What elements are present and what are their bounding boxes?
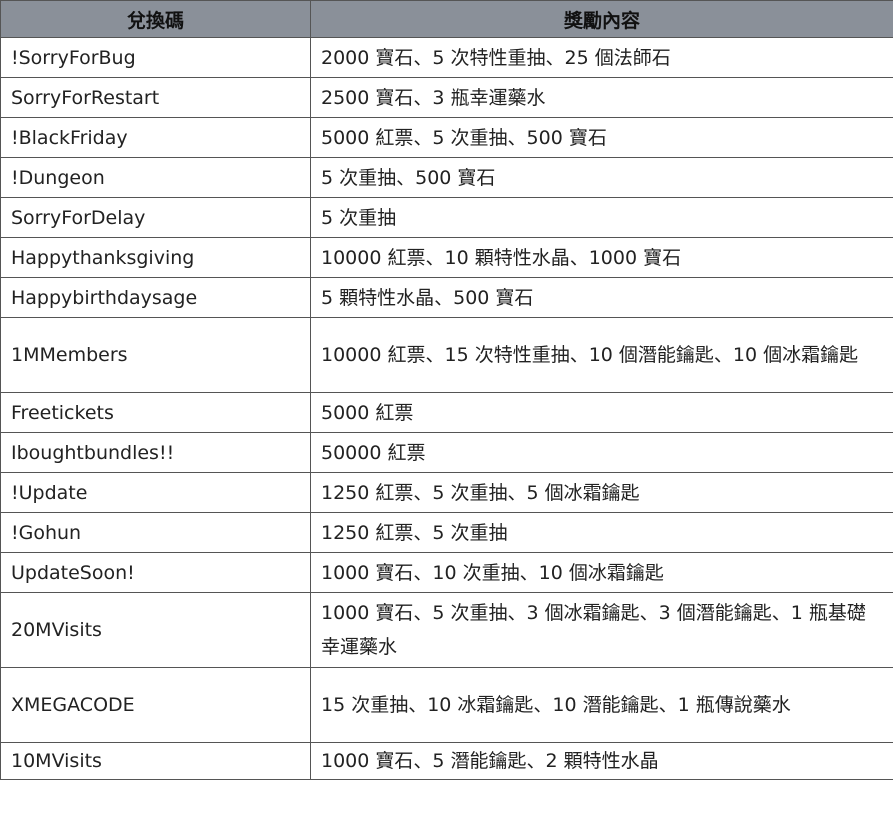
table-row: UpdateSoon! 1000 寶石、10 次重抽、10 個冰霜鑰匙 bbox=[0, 552, 893, 593]
table-row: Freetickets 5000 紅票 bbox=[0, 392, 893, 433]
table-row: !Dungeon 5 次重抽、500 寶石 bbox=[0, 157, 893, 198]
code-cell: !BlackFriday bbox=[0, 117, 311, 158]
reward-cell: 50000 紅票 bbox=[310, 432, 893, 473]
code-cell: 20MVisits bbox=[0, 592, 311, 668]
table-row: 10MVisits 1000 寶石、5 潛能鑰匙、2 顆特性水晶 bbox=[0, 742, 893, 780]
reward-cell: 10000 紅票、15 次特性重抽、10 個潛能鑰匙、10 個冰霜鑰匙 bbox=[310, 317, 893, 393]
reward-cell: 2500 寶石、3 瓶幸運藥水 bbox=[310, 77, 893, 118]
reward-cell: 5 次重抽、500 寶石 bbox=[310, 157, 893, 198]
reward-cell: 5000 紅票 bbox=[310, 392, 893, 433]
code-cell: !Dungeon bbox=[0, 157, 311, 198]
reward-cell: 1000 寶石、10 次重抽、10 個冰霜鑰匙 bbox=[310, 552, 893, 593]
table-header-row: 兌換碼 獎勵內容 bbox=[0, 0, 893, 38]
table-row: XMEGACODE 15 次重抽、10 冰霜鑰匙、10 潛能鑰匙、1 瓶傳說藥水 bbox=[0, 667, 893, 743]
code-cell: 1MMembers bbox=[0, 317, 311, 393]
table-row: 1MMembers 10000 紅票、15 次特性重抽、10 個潛能鑰匙、10 … bbox=[0, 317, 893, 393]
table-row: !Update 1250 紅票、5 次重抽、5 個冰霜鑰匙 bbox=[0, 472, 893, 513]
reward-cell: 15 次重抽、10 冰霜鑰匙、10 潛能鑰匙、1 瓶傳說藥水 bbox=[310, 667, 893, 743]
reward-cell: 5000 紅票、5 次重抽、500 寶石 bbox=[310, 117, 893, 158]
code-cell: Freetickets bbox=[0, 392, 311, 433]
reward-cell: 1000 寶石、5 潛能鑰匙、2 顆特性水晶 bbox=[310, 742, 893, 780]
reward-cell: 1000 寶石、5 次重抽、3 個冰霜鑰匙、3 個潛能鑰匙、1 瓶基礎幸運藥水 bbox=[310, 592, 893, 668]
code-cell: !Update bbox=[0, 472, 311, 513]
code-cell: !Gohun bbox=[0, 512, 311, 553]
table-row: 20MVisits 1000 寶石、5 次重抽、3 個冰霜鑰匙、3 個潛能鑰匙、… bbox=[0, 592, 893, 668]
code-cell: Happybirthdaysage bbox=[0, 277, 311, 318]
header-reward: 獎勵內容 bbox=[310, 0, 893, 38]
code-cell: Iboughtbundles!! bbox=[0, 432, 311, 473]
table-row: Happybirthdaysage 5 顆特性水晶、500 寶石 bbox=[0, 277, 893, 318]
reward-cell: 10000 紅票、10 顆特性水晶、1000 寶石 bbox=[310, 237, 893, 278]
table-row: Iboughtbundles!! 50000 紅票 bbox=[0, 432, 893, 473]
header-code: 兌換碼 bbox=[0, 0, 311, 38]
code-cell: UpdateSoon! bbox=[0, 552, 311, 593]
reward-cell: 2000 寶石、5 次特性重抽、25 個法師石 bbox=[310, 37, 893, 78]
reward-cell: 5 次重抽 bbox=[310, 197, 893, 238]
code-cell: XMEGACODE bbox=[0, 667, 311, 743]
code-cell: SorryForRestart bbox=[0, 77, 311, 118]
code-cell: Happythanksgiving bbox=[0, 237, 311, 278]
redeem-code-table: 兌換碼 獎勵內容 !SorryForBug 2000 寶石、5 次特性重抽、25… bbox=[0, 0, 893, 780]
table-row: !BlackFriday 5000 紅票、5 次重抽、500 寶石 bbox=[0, 117, 893, 158]
table-row: SorryForRestart 2500 寶石、3 瓶幸運藥水 bbox=[0, 77, 893, 118]
table-row: !Gohun 1250 紅票、5 次重抽 bbox=[0, 512, 893, 553]
reward-cell: 5 顆特性水晶、500 寶石 bbox=[310, 277, 893, 318]
table-row: SorryForDelay 5 次重抽 bbox=[0, 197, 893, 238]
code-cell: SorryForDelay bbox=[0, 197, 311, 238]
code-cell: 10MVisits bbox=[0, 742, 311, 780]
table-row: !SorryForBug 2000 寶石、5 次特性重抽、25 個法師石 bbox=[0, 37, 893, 78]
code-cell: !SorryForBug bbox=[0, 37, 311, 78]
reward-cell: 1250 紅票、5 次重抽、5 個冰霜鑰匙 bbox=[310, 472, 893, 513]
table-row: Happythanksgiving 10000 紅票、10 顆特性水晶、1000… bbox=[0, 237, 893, 278]
reward-cell: 1250 紅票、5 次重抽 bbox=[310, 512, 893, 553]
